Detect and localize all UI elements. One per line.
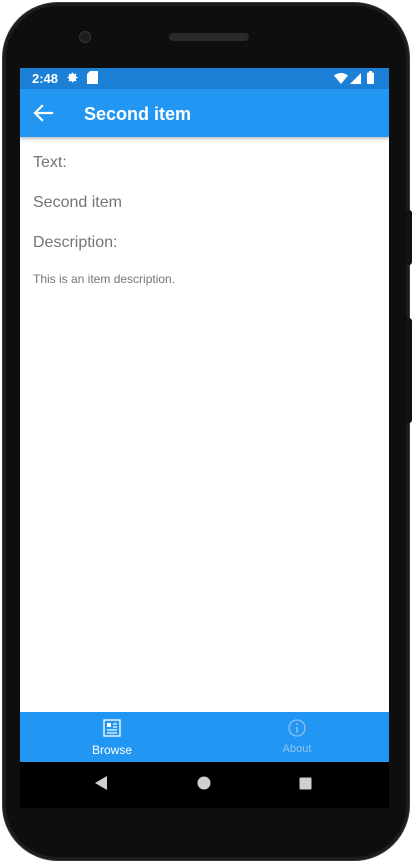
android-nav-bar — [20, 762, 389, 808]
page-title: Second item — [84, 104, 192, 124]
tab-browse[interactable]: Browse — [20, 712, 204, 762]
front-camera — [79, 31, 91, 43]
sd-card-icon — [87, 71, 98, 87]
tab-about-label: About — [282, 743, 312, 755]
text-value: Second item — [33, 194, 122, 211]
status-bar: 2:48 — [20, 68, 389, 89]
gear-icon — [66, 71, 79, 87]
screen: 2:48 Second item Text: Second item Descr… — [20, 68, 389, 762]
signal-icon — [350, 72, 361, 87]
power-button — [406, 210, 412, 265]
description-label: Description: — [33, 234, 118, 251]
bottom-tab-bar: Browse About — [20, 712, 389, 762]
app-bar: Second item — [20, 89, 389, 137]
arrow-left-icon[interactable] — [30, 101, 56, 125]
battery-icon — [367, 71, 374, 87]
description-value: This is an item description. — [33, 272, 176, 286]
wifi-icon — [334, 72, 348, 87]
browse-list-icon — [103, 719, 121, 742]
text-label: Text: — [33, 154, 67, 171]
tab-about[interactable]: About — [205, 712, 389, 762]
recents-square-icon[interactable] — [299, 777, 312, 795]
earpiece-speaker — [169, 33, 249, 41]
home-circle-icon[interactable] — [197, 776, 211, 795]
status-time: 2:48 — [32, 71, 59, 86]
volume-button — [406, 318, 412, 423]
back-triangle-icon[interactable] — [94, 775, 108, 796]
tab-browse-label: Browse — [91, 743, 132, 757]
info-icon — [288, 719, 306, 742]
